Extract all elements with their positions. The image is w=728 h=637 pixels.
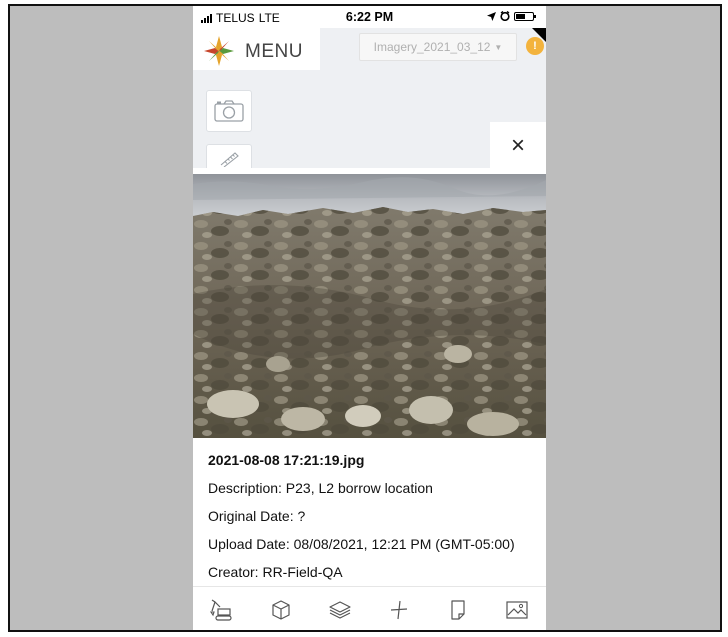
photo-original-date: Original Date: ? (208, 508, 306, 524)
screenshot-frame: TELUS LTE 6:22 PM MENU Imagery_2021_03_1… (8, 4, 722, 632)
photo-metadata: 2021-08-08 17:21:19.jpg Description: P23… (208, 450, 538, 590)
layers-button[interactable] (326, 597, 354, 623)
excavator-button[interactable] (207, 597, 235, 623)
status-bar: TELUS LTE 6:22 PM (193, 6, 546, 28)
camera-button[interactable] (206, 90, 252, 132)
camera-icon (214, 100, 244, 122)
menu-label: MENU (245, 41, 303, 62)
status-icons (487, 11, 536, 21)
bottom-toolbar (193, 586, 546, 630)
phone-screen: TELUS LTE 6:22 PM MENU Imagery_2021_03_1… (193, 6, 546, 630)
battery-icon (514, 11, 536, 21)
close-button[interactable]: × (490, 122, 546, 170)
photo-upload-date: Upload Date: 08/08/2021, 12:21 PM (GMT-0… (208, 536, 515, 552)
image-icon (506, 601, 528, 619)
photo-description: Description: P23, L2 borrow location (208, 480, 433, 496)
photo-detail-panel: 2021-08-08 17:21:19.jpg Description: P23… (193, 168, 546, 586)
imagery-select[interactable]: Imagery_2021_03_12 ▼ (359, 33, 517, 61)
chevron-down-icon: ▼ (494, 42, 503, 52)
logo-icon (204, 36, 234, 66)
layers-icon (329, 601, 351, 619)
3d-model-button[interactable] (267, 597, 295, 623)
imagery-select-value: Imagery_2021_03_12 (373, 40, 491, 54)
site-photo[interactable] (193, 174, 546, 438)
cube-icon (272, 600, 290, 620)
excavator-icon (209, 599, 232, 621)
close-icon: × (510, 132, 525, 159)
menu-button[interactable]: MENU (193, 28, 320, 70)
corner-marker (532, 28, 546, 42)
document-icon (451, 600, 465, 620)
crosshair-icon (390, 600, 408, 620)
ruler-icon (220, 152, 239, 167)
alarm-icon (500, 11, 510, 21)
photo-filename: 2021-08-08 17:21:19.jpg (208, 452, 365, 468)
location-arrow-icon (487, 11, 496, 21)
measure-button[interactable] (385, 597, 413, 623)
documents-button[interactable] (444, 597, 472, 623)
photos-button[interactable] (503, 597, 531, 623)
